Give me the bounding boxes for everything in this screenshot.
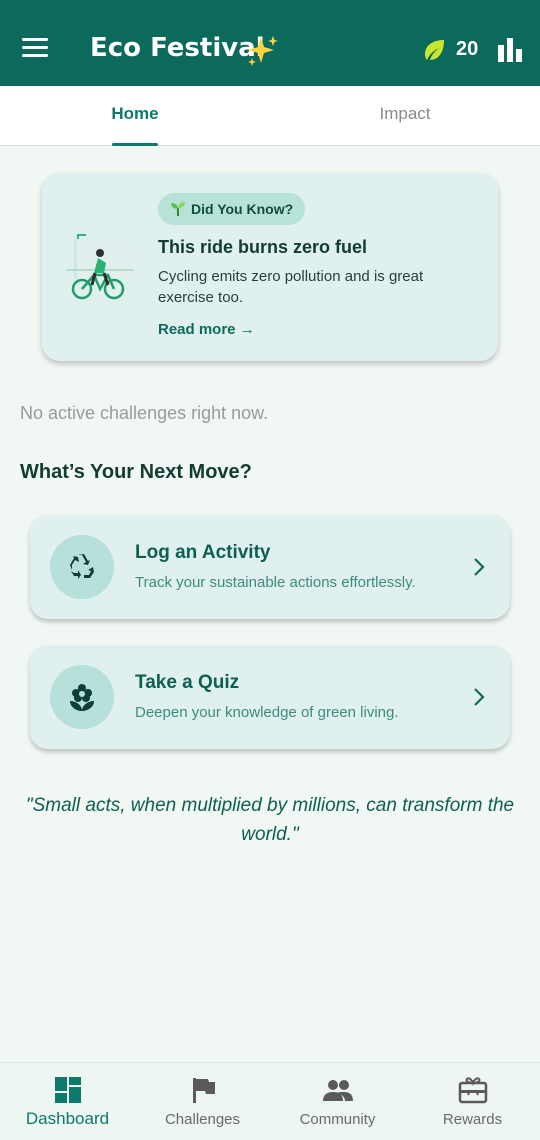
tab-impact[interactable]: Impact — [270, 86, 540, 146]
did-you-know-card: Did You Know? This ride burns zero fuel … — [42, 173, 498, 361]
nav-rewards[interactable]: Rewards — [405, 1063, 540, 1140]
nav-challenges-label: Challenges — [164, 1111, 241, 1128]
nav-dashboard-label: Dashboard — [25, 1109, 110, 1128]
top-tabs: Home Impact — [0, 86, 540, 146]
nav-dashboard[interactable]: Dashboard — [0, 1063, 135, 1140]
leaf-icon — [425, 40, 444, 60]
next-move-heading: What’s Your Next Move? — [20, 461, 252, 483]
fact-title: This ride burns zero fuel — [158, 237, 368, 257]
flag-icon — [193, 1078, 215, 1103]
motivational-quote: "Small acts, when multiplied by millions… — [25, 795, 515, 845]
take-quiz-title: Take a Quiz — [135, 672, 240, 693]
quiz-icon-circle — [50, 665, 114, 729]
nav-community-label: Community — [299, 1111, 376, 1128]
log-activity-card[interactable]: Log an Activity Track your sustainable a… — [30, 515, 510, 619]
did-you-know-badge: Did You Know? — [158, 193, 306, 225]
points-counter: 20 — [456, 38, 479, 60]
app-bar: Eco Festival 20 — [0, 0, 540, 86]
recycle-icon — [70, 554, 94, 579]
bar-chart-icon[interactable] — [497, 37, 523, 63]
activity-icon-circle — [50, 535, 114, 599]
app-title: Eco Festival — [90, 33, 265, 63]
flower-icon — [70, 684, 94, 711]
take-quiz-card[interactable]: Take a Quiz Deepen your knowledge of gre… — [30, 645, 510, 749]
empty-challenges-text: No active challenges right now. — [20, 403, 269, 423]
menu-icon[interactable] — [22, 38, 48, 60]
fact-body: Cycling emits zero pollution and is grea… — [158, 268, 424, 306]
chevron-right-icon — [474, 558, 485, 576]
gift-card-icon — [458, 1077, 488, 1104]
nav-challenges[interactable]: Challenges — [135, 1063, 270, 1140]
nav-rewards-label: Rewards — [442, 1111, 503, 1128]
bottom-navigation: Dashboard Challenges Community Rewards — [0, 1062, 540, 1140]
active-tab-indicator — [112, 143, 158, 146]
read-more-link[interactable]: Read more → — [158, 321, 255, 338]
badge-label: Did You Know? — [191, 201, 294, 217]
log-activity-subtitle: Track your sustainable actions effortles… — [135, 574, 416, 591]
dashboard-icon — [55, 1077, 81, 1103]
people-icon — [323, 1080, 353, 1101]
nav-community[interactable]: Community — [270, 1063, 405, 1140]
chevron-right-icon — [474, 688, 485, 706]
sparkle-icon — [248, 36, 278, 66]
take-quiz-subtitle: Deepen your knowledge of green living. — [135, 704, 399, 721]
sprout-icon — [171, 202, 185, 216]
cyclist-illustration — [66, 234, 134, 300]
tab-home[interactable]: Home — [0, 86, 270, 146]
log-activity-title: Log an Activity — [135, 542, 271, 563]
